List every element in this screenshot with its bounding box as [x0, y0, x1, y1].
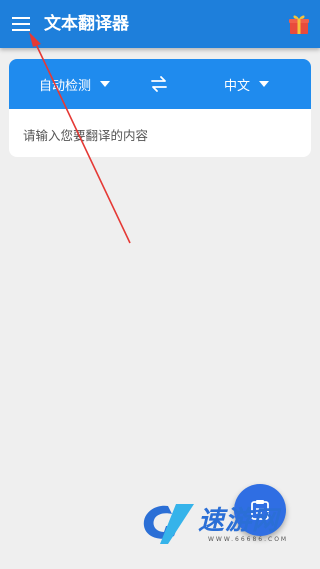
dropdown-arrow-icon — [100, 81, 111, 87]
menu-icon[interactable] — [12, 15, 32, 33]
translator-card: 自动检测 中文 请输入您要翻译的内容 — [9, 59, 311, 157]
gift-icon[interactable] — [288, 13, 310, 35]
source-language-label: 自动检测 — [39, 78, 92, 94]
language-bar: 自动检测 中文 — [9, 59, 311, 109]
app-bar: 文本翻译器 — [0, 0, 320, 48]
dropdown-arrow-icon — [259, 81, 270, 87]
app-title: 文本翻译器 — [44, 14, 129, 34]
swap-icon[interactable] — [150, 75, 168, 93]
translation-input[interactable]: 请输入您要翻译的内容 — [9, 109, 311, 157]
source-language-selector[interactable]: 自动检测 — [39, 59, 111, 109]
watermark-brand: 速游网 — [198, 506, 280, 536]
target-language-selector[interactable]: 中文 — [224, 59, 270, 109]
watermark-domain: WWW.66686.COM — [208, 536, 289, 543]
watermark-logo — [143, 504, 194, 544]
target-language-label: 中文 — [224, 78, 251, 94]
input-placeholder: 请输入您要翻译的内容 — [23, 128, 149, 143]
watermark: 速游网 WWW.66686.COM — [138, 496, 320, 552]
